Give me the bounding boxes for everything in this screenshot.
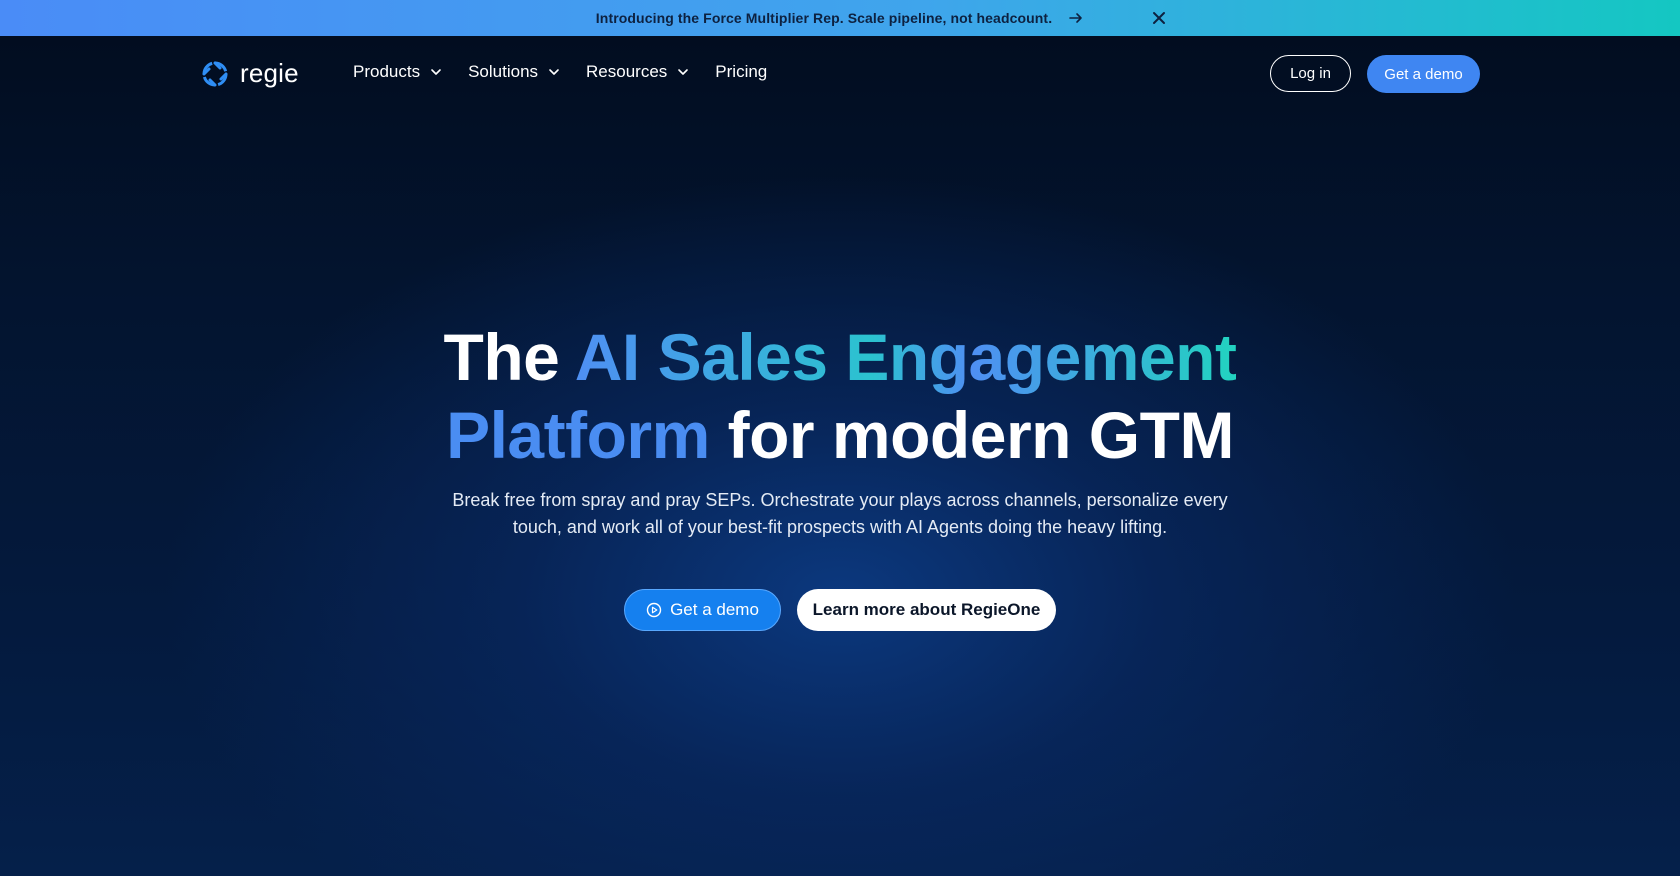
hero-title: The AI Sales Engagement Platform for mode…	[340, 318, 1340, 474]
chevron-down-icon	[678, 69, 689, 75]
hero-title-highlight-platform: Platform	[446, 398, 710, 472]
announcement-banner[interactable]: Introducing the Force Multiplier Rep. Sc…	[0, 0, 1680, 36]
top-navigation: regie Products Solutions Resources Prici…	[0, 36, 1680, 112]
nav-item-products[interactable]: Products	[353, 62, 442, 82]
nav-item-label: Pricing	[715, 62, 768, 81]
logo-text: regie	[240, 58, 299, 88]
hero-title-part2: for modern GTM	[709, 398, 1235, 472]
banner-text[interactable]: Introducing the Force Multiplier Rep. Sc…	[596, 10, 1052, 26]
hero-title-highlight: AI Sales Engagement	[574, 320, 1237, 394]
get-demo-hero-label: Get a demo	[670, 600, 759, 619]
chevron-down-icon	[549, 69, 559, 75]
nav-item-pricing[interactable]: Pricing	[715, 62, 767, 82]
arrow-right-icon[interactable]	[1068, 10, 1084, 26]
logo[interactable]: regie	[200, 58, 299, 89]
learn-more-button[interactable]: Learn more about RegieOne	[797, 589, 1056, 631]
nav-item-label: Products	[353, 62, 421, 81]
login-button[interactable]: Log in	[1270, 55, 1351, 92]
nav-item-resources[interactable]: Resources	[586, 62, 689, 82]
nav-item-label: Solutions	[468, 62, 539, 81]
hero-title-part1: The	[443, 320, 575, 394]
chevron-down-icon	[431, 69, 441, 75]
hero-cta-group: Get a demo Learn more about RegieOne	[624, 589, 1056, 631]
hero-subtitle: Break free from spray and pray SEPs. Orc…	[452, 490, 1228, 537]
get-demo-hero-button[interactable]: Get a demo	[624, 589, 781, 631]
play-icon	[646, 602, 662, 618]
get-demo-nav-button[interactable]: Get a demo	[1367, 55, 1480, 93]
close-icon[interactable]	[1150, 9, 1168, 27]
nav-item-solutions[interactable]: Solutions	[468, 62, 560, 82]
regie-logo-icon	[202, 61, 228, 86]
nav-item-label: Resources	[586, 62, 668, 81]
nav-links: Products Solutions Resources Pricing	[353, 62, 793, 82]
